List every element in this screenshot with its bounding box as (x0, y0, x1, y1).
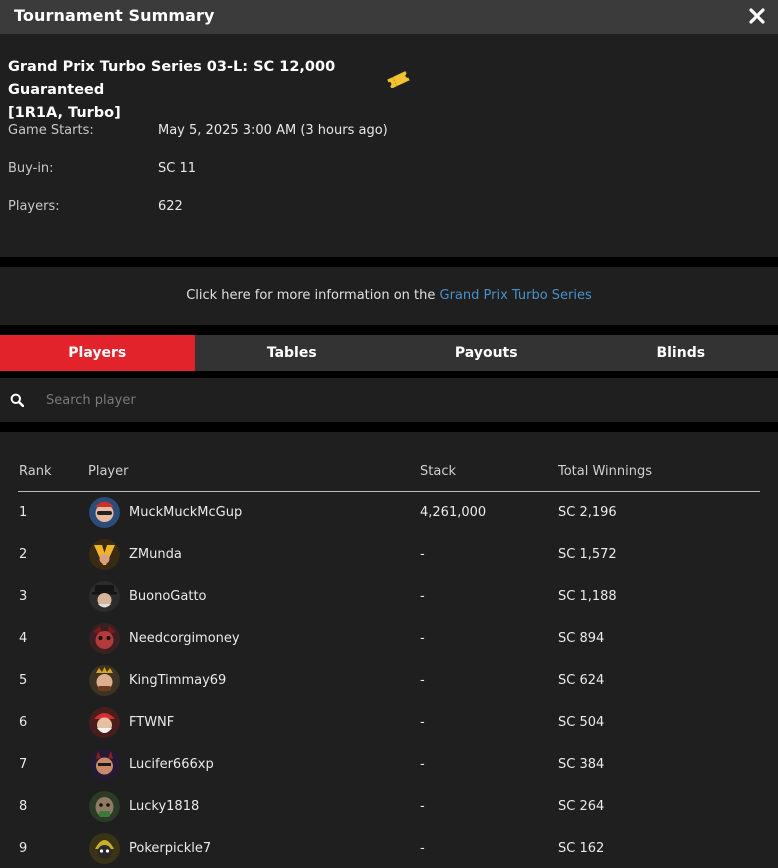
player-avatar (89, 791, 120, 822)
detail-label: Buy-in: (8, 161, 54, 176)
row-stack: - (420, 715, 425, 730)
row-stack: - (420, 589, 425, 604)
tab-players[interactable]: Players (0, 335, 195, 371)
detail-value: May 5, 2025 3:00 AM (3 hours ago) (158, 123, 388, 138)
more-info-prefix: Click here for more information on the (186, 288, 440, 303)
row-player-name[interactable]: MuckMuckMcGup (129, 505, 242, 520)
table-row[interactable]: 2 ZMunda - SC 1,572 (18, 534, 760, 576)
row-winnings: SC 504 (558, 715, 605, 730)
close-icon[interactable] (748, 7, 766, 25)
row-rank: 7 (19, 757, 28, 772)
detail-value: 622 (158, 199, 183, 214)
row-winnings: SC 1,572 (558, 547, 617, 562)
table-row[interactable]: 3 BuonoGatto - SC 1,188 (18, 576, 760, 618)
header-rank: Rank (19, 464, 52, 479)
players-table: Rank Player Stack Total Winnings 1 MuckM… (0, 432, 778, 868)
player-avatar (89, 749, 120, 780)
row-winnings: SC 1,188 (558, 589, 617, 604)
header-player: Player (88, 464, 129, 479)
row-player-name[interactable]: Lucifer666xp (129, 757, 214, 772)
tab-bar: Players Tables Payouts Blinds (0, 335, 778, 371)
row-rank: 9 (19, 841, 28, 856)
player-avatar (89, 665, 120, 696)
detail-label: Game Starts: (8, 123, 94, 138)
row-winnings: SC 624 (558, 673, 605, 688)
row-stack: - (420, 673, 425, 688)
table-row[interactable]: 1 MuckMuckMcGup 4,261,000 SC 2,196 (18, 492, 760, 534)
player-avatar (89, 833, 120, 864)
row-rank: 5 (19, 673, 28, 688)
row-winnings: SC 264 (558, 799, 605, 814)
row-player-name[interactable]: Lucky1818 (129, 799, 199, 814)
row-winnings: SC 162 (558, 841, 605, 856)
row-player-name[interactable]: Needcorgimoney (129, 631, 240, 646)
row-winnings: SC 894 (558, 631, 605, 646)
player-avatar (89, 581, 120, 612)
row-winnings: SC 2,196 (558, 505, 617, 520)
table-row[interactable]: 8 Lucky1818 - SC 264 (18, 786, 760, 828)
row-winnings: SC 384 (558, 757, 605, 772)
table-row[interactable]: 5 KingTimmay69 - SC 624 (18, 660, 760, 702)
detail-label: Players: (8, 199, 60, 214)
row-stack: - (420, 841, 425, 856)
tournament-info-panel: Grand Prix Turbo Series 03-L: SC 12,000 … (0, 34, 778, 257)
table-row[interactable]: 6 FTWNF - SC 504 (18, 702, 760, 744)
tournament-name: Grand Prix Turbo Series 03-L: SC 12,000 … (8, 56, 388, 125)
title-bar: Tournament Summary (0, 0, 778, 34)
player-avatar (89, 707, 120, 738)
tab-tables[interactable]: Tables (195, 335, 390, 371)
table-header: Rank Player Stack Total Winnings (18, 462, 760, 492)
row-rank: 8 (19, 799, 28, 814)
player-avatar (89, 539, 120, 570)
row-rank: 1 (19, 505, 28, 520)
search-bar (0, 378, 778, 422)
tab-payouts[interactable]: Payouts (389, 335, 584, 371)
row-stack: 4,261,000 (420, 505, 487, 520)
tournament-name-line1: Grand Prix Turbo Series 03-L: SC 12,000 … (8, 59, 336, 98)
row-rank: 4 (19, 631, 28, 646)
row-stack: - (420, 757, 425, 772)
window-title: Tournament Summary (14, 6, 215, 25)
row-rank: 3 (19, 589, 28, 604)
header-winnings: Total Winnings (558, 464, 653, 479)
row-stack: - (420, 799, 425, 814)
player-avatar (89, 623, 120, 654)
table-row[interactable]: 9 Pokerpickle7 - SC 162 (18, 828, 760, 868)
search-input[interactable] (46, 389, 746, 411)
row-rank: 6 (19, 715, 28, 730)
row-stack: - (420, 547, 425, 562)
row-stack: - (420, 631, 425, 646)
row-rank: 2 (19, 547, 28, 562)
table-row[interactable]: 7 Lucifer666xp - SC 384 (18, 744, 760, 786)
row-player-name[interactable]: FTWNF (129, 715, 174, 730)
ticket-icon (387, 71, 410, 88)
search-icon (10, 393, 24, 407)
row-player-name[interactable]: ZMunda (129, 547, 182, 562)
row-player-name[interactable]: Pokerpickle7 (129, 841, 211, 856)
tournament-name-line2: [1R1A, Turbo] (8, 105, 121, 121)
row-player-name[interactable]: BuonoGatto (129, 589, 207, 604)
row-player-name[interactable]: KingTimmay69 (129, 673, 226, 688)
table-row[interactable]: 4 Needcorgimoney - SC 894 (18, 618, 760, 660)
series-info-link[interactable]: Grand Prix Turbo Series (440, 288, 592, 303)
player-avatar (89, 497, 120, 528)
tab-blinds[interactable]: Blinds (584, 335, 778, 371)
more-info-panel: Click here for more information on the G… (0, 267, 778, 325)
more-info-text: Click here for more information on the G… (0, 288, 778, 303)
detail-value: SC 11 (158, 161, 197, 176)
header-stack: Stack (420, 464, 456, 479)
